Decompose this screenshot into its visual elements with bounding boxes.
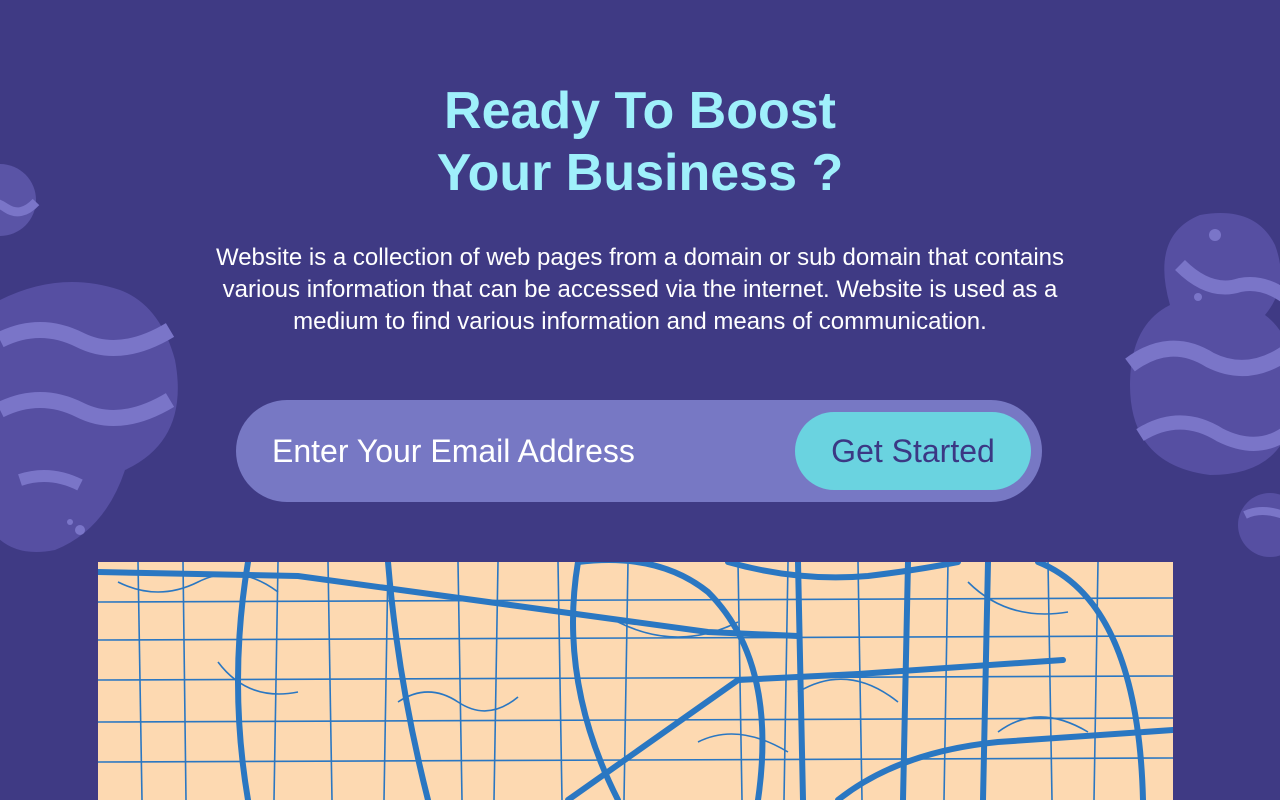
headline: Ready To Boost Your Business ? bbox=[0, 80, 1280, 204]
get-started-button[interactable]: Get Started bbox=[795, 412, 1031, 490]
email-signup-form: Get Started bbox=[236, 400, 1042, 502]
description-text: Website is a collection of web pages fro… bbox=[215, 244, 1064, 335]
email-input[interactable] bbox=[272, 426, 792, 476]
left-decorative-blob bbox=[0, 164, 178, 553]
right-decorative-blob bbox=[1125, 213, 1280, 557]
headline-line-2: Your Business ? bbox=[436, 144, 844, 202]
street-map-illustration bbox=[98, 562, 1173, 800]
headline-line-1: Ready To Boost bbox=[444, 82, 836, 140]
